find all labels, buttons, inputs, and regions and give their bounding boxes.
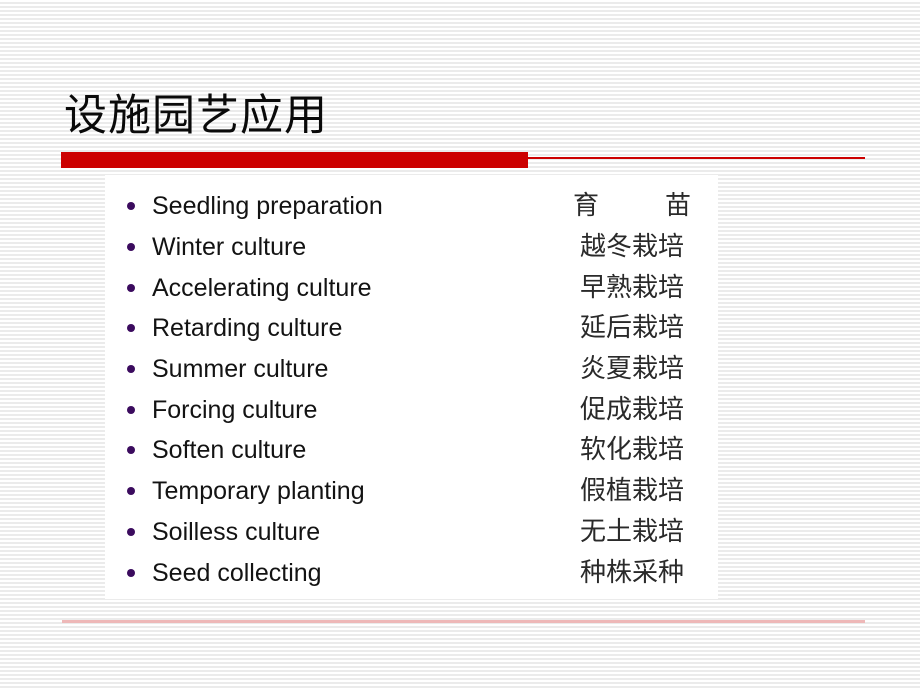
bullet-dot-icon xyxy=(127,568,135,577)
list-item-label-zh: 延后栽培 xyxy=(579,313,684,343)
list-item[interactable]: Seed collecting 种株采种 xyxy=(105,552,718,593)
list-item-label-zh: 促成栽培 xyxy=(579,394,684,424)
page-title: 设施园艺应用 xyxy=(64,93,328,140)
bullet-dot-icon xyxy=(127,202,135,211)
list-item-label-en: Winter culture xyxy=(152,233,307,262)
bullet-dot-icon xyxy=(127,324,135,333)
list-item[interactable]: Temporary planting 假植栽培 xyxy=(105,471,718,512)
title-underline-thick xyxy=(61,152,528,168)
list-item-label-zh-char: 育 xyxy=(573,191,600,221)
list-item[interactable]: Soilless culture 无土栽培 xyxy=(105,512,718,553)
list-item[interactable]: Forcing culture 促成栽培 xyxy=(105,389,718,430)
list-item-label-en: Soilless culture xyxy=(152,517,321,546)
bullet-dot-icon xyxy=(127,527,135,536)
list-item-label-zh: 软化栽培 xyxy=(579,435,684,465)
footer-divider xyxy=(62,620,865,623)
list-item-label-zh: 假植栽培 xyxy=(579,476,684,506)
bullet-dot-icon xyxy=(127,243,135,252)
content-panel: Seedling preparation 育苗 Winter culture 越冬栽培… xyxy=(105,175,718,599)
bullet-dot-icon xyxy=(127,446,135,455)
bullet-dot-icon xyxy=(127,487,135,496)
list-item-label-zh-char: 苗 xyxy=(664,191,691,221)
list-item-label-en: Forcing culture xyxy=(152,395,318,424)
list-item-label-zh: 种株采种 xyxy=(579,557,684,587)
list-item[interactable]: Winter culture 越冬栽培 xyxy=(105,227,718,268)
list-item[interactable]: Summer culture 炎夏栽培 xyxy=(105,349,718,390)
list-item-label-en: Summer culture xyxy=(152,355,329,384)
list-item-label-en: Seedling preparation xyxy=(152,192,383,221)
list-item-label-en: Seed collecting xyxy=(152,558,322,587)
list-item-label-en: Retarding culture xyxy=(152,314,343,343)
list-item-label-zh: 越冬栽培 xyxy=(579,232,684,262)
bullet-dot-icon xyxy=(127,365,135,374)
bullet-list: Seedling preparation 育苗 Winter culture 越冬栽培… xyxy=(105,186,718,593)
list-item-label-en: Temporary planting xyxy=(152,477,365,506)
bullet-dot-icon xyxy=(127,283,135,292)
list-item-label-zh: 炎夏栽培 xyxy=(579,354,684,384)
list-item[interactable]: Accelerating culture 早熟栽培 xyxy=(105,267,718,308)
presentation-slide: 设施园艺应用 Seedling preparation 育苗 Winter cult… xyxy=(0,0,920,690)
list-item-label-en: Accelerating culture xyxy=(152,273,372,302)
list-item-label-zh: 育苗 xyxy=(567,191,697,221)
list-item[interactable]: Seedling preparation 育苗 xyxy=(105,186,718,227)
list-item[interactable]: Retarding culture 延后栽培 xyxy=(105,308,718,349)
list-item[interactable]: Soften culture 软化栽培 xyxy=(105,430,718,471)
list-item-label-en: Soften culture xyxy=(152,436,307,465)
bullet-dot-icon xyxy=(127,405,135,414)
list-item-label-zh: 无土栽培 xyxy=(579,516,684,546)
list-item-label-zh: 早熟栽培 xyxy=(579,272,684,302)
